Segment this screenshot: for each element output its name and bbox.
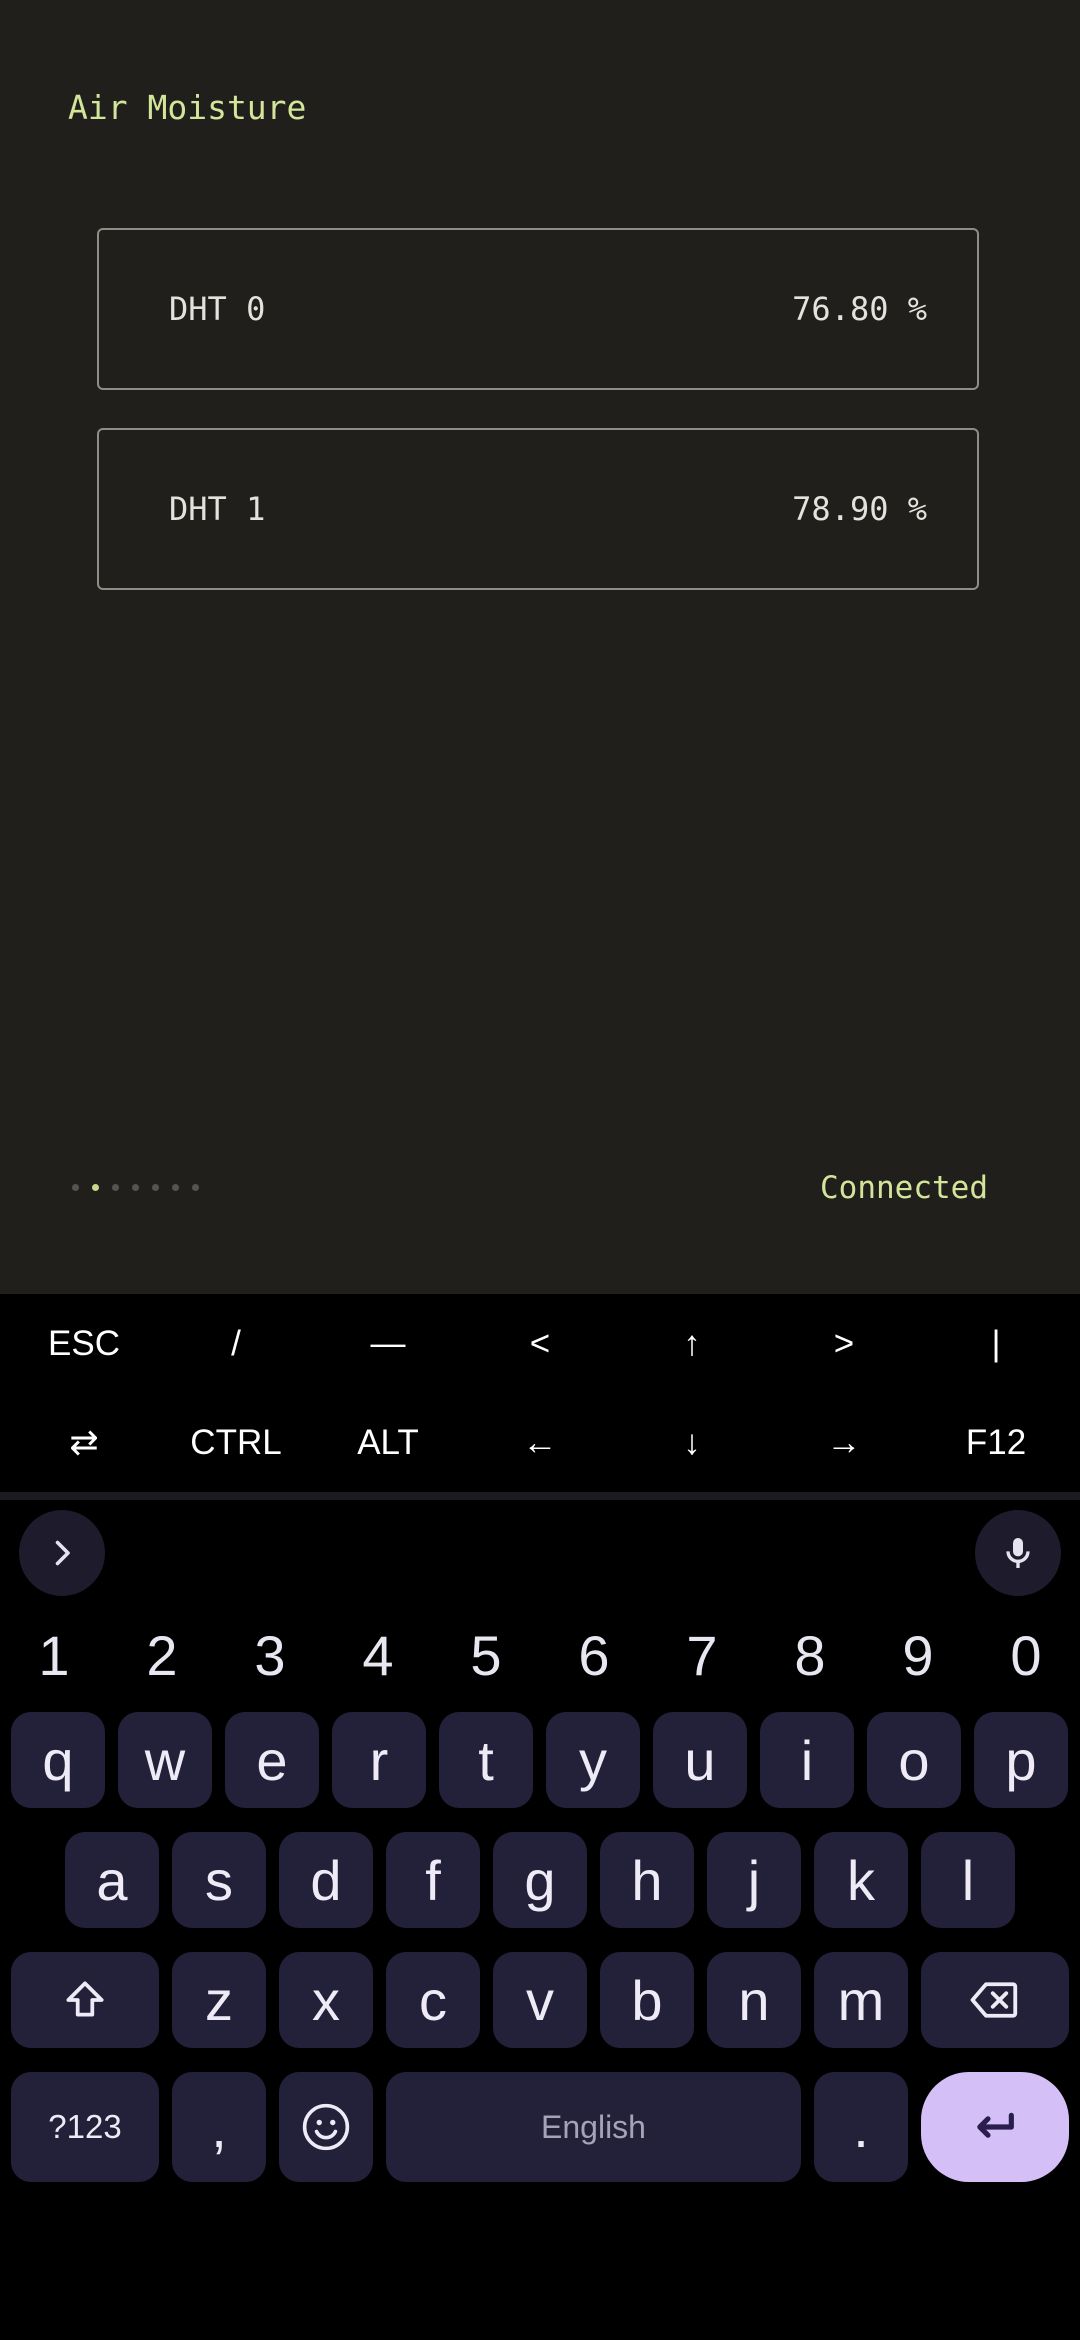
extra-keys-row-2: ⇄ CTRL ALT ← ↓ → F12 [8,1393,1072,1492]
key-b[interactable]: b [600,1952,694,2048]
pipe-key[interactable]: | [920,1294,1072,1393]
key-0[interactable]: 0 [972,1620,1080,1690]
alt-key[interactable]: ALT [312,1393,464,1492]
sensor-name: DHT 0 [169,290,266,328]
sensor-value: 78.90 % [792,490,927,528]
sensor-name: DHT 1 [169,490,266,528]
key-6[interactable]: 6 [540,1620,648,1690]
greater-than-key[interactable]: > [768,1294,920,1393]
dash-key[interactable]: — [312,1294,464,1393]
extra-keys-row-1: ESC / — < ↑ > | [8,1294,1072,1393]
arrow-left-key[interactable]: ← [464,1393,616,1492]
shift-key[interactable] [11,1952,159,2048]
arrow-down-key[interactable]: ↓ [616,1393,768,1492]
key-p[interactable]: p [974,1712,1068,1808]
expand-toolbar-button[interactable] [19,1510,105,1596]
voice-input-button[interactable] [975,1510,1061,1596]
key-i[interactable]: i [760,1712,854,1808]
comma-key[interactable]: , [172,2072,266,2182]
key-1[interactable]: 1 [0,1620,108,1690]
key-9[interactable]: 9 [864,1620,972,1690]
page-title: Air Moisture [68,88,307,127]
key-w[interactable]: w [118,1712,212,1808]
key-u[interactable]: u [653,1712,747,1808]
key-8[interactable]: 8 [756,1620,864,1690]
page-indicator [72,1184,199,1191]
key-4[interactable]: 4 [324,1620,432,1690]
key-o[interactable]: o [867,1712,961,1808]
key-x[interactable]: x [279,1952,373,2048]
divider [0,1492,1080,1500]
key-d[interactable]: d [279,1832,373,1928]
enter-key[interactable] [921,2072,1069,2182]
page-dot [72,1184,79,1191]
space-bar[interactable]: English [386,2072,801,2182]
key-q[interactable]: q [11,1712,105,1808]
arrow-up-key[interactable]: ↑ [616,1294,768,1393]
key-5[interactable]: 5 [432,1620,540,1690]
key-j[interactable]: j [707,1832,801,1928]
page-dot [152,1184,159,1191]
sensor-card-dht0[interactable]: DHT 0 76.80 % [97,228,979,390]
page-dot [112,1184,119,1191]
key-z[interactable]: z [172,1952,266,2048]
number-row: 1 2 3 4 5 6 7 8 9 0 [0,1620,1080,1690]
keyboard-toolbar [0,1500,1080,1610]
key-t[interactable]: t [439,1712,533,1808]
sensor-card-dht1[interactable]: DHT 1 78.90 % [97,428,979,590]
period-key[interactable]: . [814,2072,908,2182]
key-a[interactable]: a [65,1832,159,1928]
page-dot [132,1184,139,1191]
microphone-icon [1006,1538,1030,1568]
key-g[interactable]: g [493,1832,587,1928]
slash-key[interactable]: / [160,1294,312,1393]
key-f[interactable]: f [386,1832,480,1928]
soft-keyboard: 1 2 3 4 5 6 7 8 9 0 q w e r t y u i o p … [0,1500,1080,2340]
backspace-icon [970,1982,1018,2018]
swap-icon[interactable]: ⇄ [8,1393,160,1492]
key-k[interactable]: k [814,1832,908,1928]
chevron-right-icon [55,1540,70,1566]
enter-icon [977,2112,1014,2138]
page-dot-active [92,1184,99,1191]
shift-icon [66,1981,104,2017]
connection-status: Connected [820,1170,988,1206]
extra-keys-bar: ESC / — < ↑ > | ⇄ CTRL ALT ← ↓ → F12 [8,1294,1072,1492]
key-s[interactable]: s [172,1832,266,1928]
key-7[interactable]: 7 [648,1620,756,1690]
emoji-icon [302,2103,350,2151]
key-r[interactable]: r [332,1712,426,1808]
key-l[interactable]: l [921,1832,1015,1928]
key-n[interactable]: n [707,1952,801,2048]
ctrl-key[interactable]: CTRL [160,1393,312,1492]
symbols-key[interactable]: ?123 [11,2072,159,2182]
key-2[interactable]: 2 [108,1620,216,1690]
arrow-right-key[interactable]: → [768,1393,920,1492]
key-y[interactable]: y [546,1712,640,1808]
esc-key[interactable]: ESC [8,1294,160,1393]
less-than-key[interactable]: < [464,1294,616,1393]
key-h[interactable]: h [600,1832,694,1928]
key-c[interactable]: c [386,1952,480,2048]
page-dot [172,1184,179,1191]
key-v[interactable]: v [493,1952,587,2048]
emoji-key[interactable] [279,2072,373,2182]
backspace-key[interactable] [921,1952,1069,2048]
key-e[interactable]: e [225,1712,319,1808]
page-dot [192,1184,199,1191]
key-3[interactable]: 3 [216,1620,324,1690]
f12-key[interactable]: F12 [920,1393,1072,1492]
key-m[interactable]: m [814,1952,908,2048]
sensor-value: 76.80 % [792,290,927,328]
app-screen: Air Moisture DHT 0 76.80 % DHT 1 78.90 %… [0,0,1080,1294]
